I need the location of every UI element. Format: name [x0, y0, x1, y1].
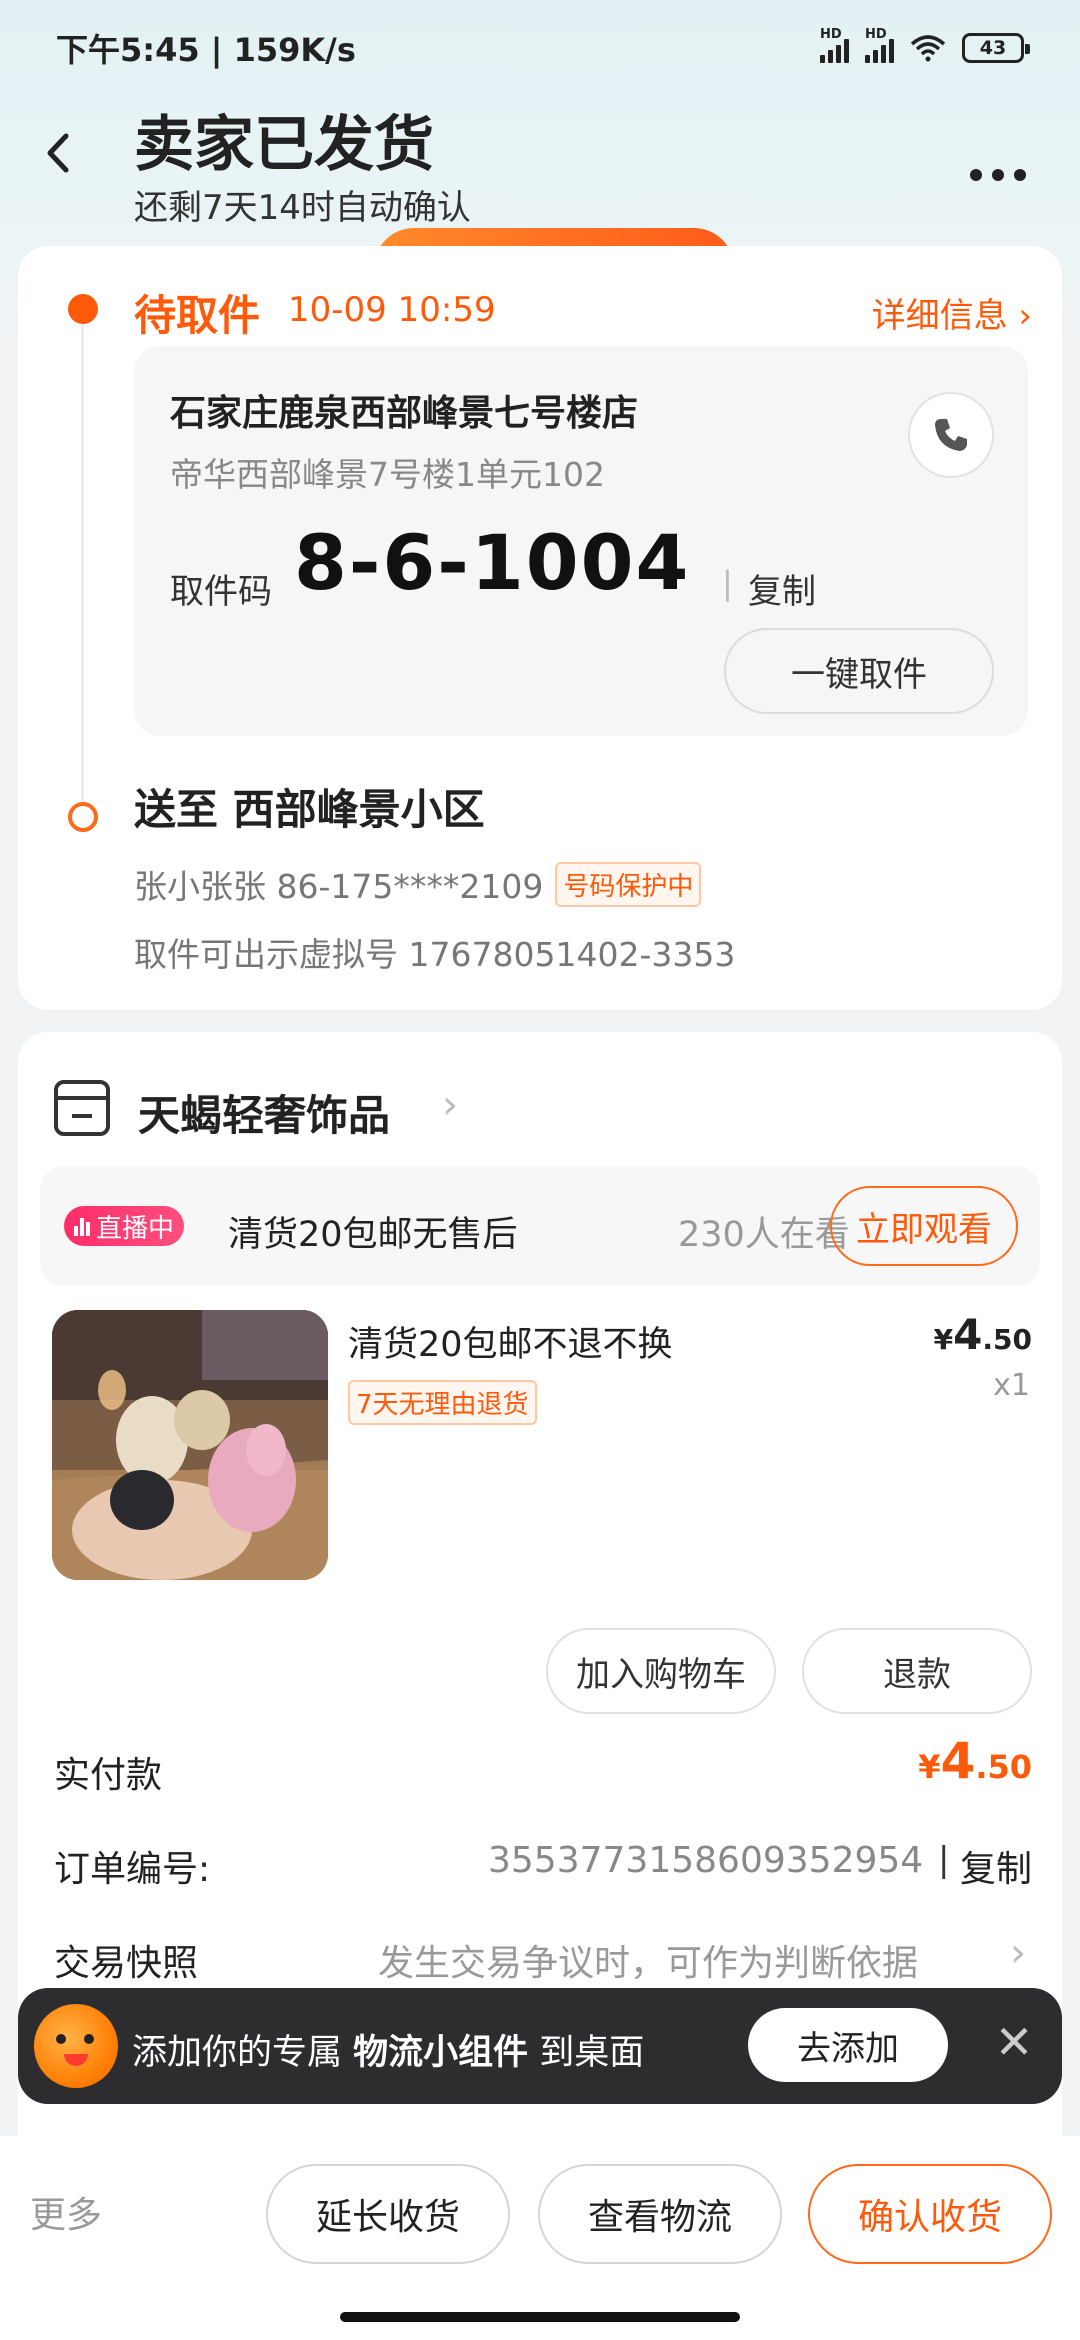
paid-amount: ¥4.50	[918, 1732, 1032, 1790]
pickup-store-box: 石家庄鹿泉西部峰景七号楼店 帝华西部峰景7号楼1单元102 取件码 8-6-10…	[134, 346, 1028, 736]
product-quantity: x1	[993, 1368, 1030, 1403]
copy-order-number-button[interactable]: 复制	[960, 1840, 1032, 1892]
divider: |	[938, 1840, 950, 1880]
more-options-button[interactable]	[968, 136, 1028, 196]
product-image[interactable]	[52, 1310, 328, 1580]
virtual-number: 取件可出示虚拟号 17678051402-3353	[134, 935, 736, 974]
pickup-time: 10-09 10:59	[288, 290, 496, 330]
auto-confirm-countdown: 还剩7天14时自动确认	[134, 188, 471, 228]
status-bar: 下午5:45 | 159K/s HD HD 43	[0, 0, 1080, 96]
recipient-info: 张小张张 86-175****2109 号码保护中	[134, 860, 702, 908]
signal-icon: HD	[820, 27, 849, 63]
call-store-button[interactable]	[908, 392, 994, 478]
pickup-status: 待取件	[134, 291, 261, 340]
number-protection-badge: 号码保护中	[555, 861, 702, 907]
status-icons: HD HD 43	[820, 27, 1030, 63]
detail-info-link[interactable]: 详细信息 ›	[872, 288, 1032, 337]
live-viewer-count: 230人在看	[678, 1215, 850, 1255]
add-widget-button[interactable]: 去添加	[748, 2008, 948, 2082]
chevron-right-icon: ›	[1010, 1930, 1026, 1976]
trade-snapshot-hint: 发生交易争议时，可作为判断依据	[378, 1943, 919, 1984]
pickup-code-label: 取件码	[170, 572, 272, 612]
more-actions-button[interactable]: 更多	[30, 2186, 102, 2238]
confirm-receipt-button[interactable]: 确认收货	[808, 2164, 1052, 2264]
bottom-action-bar: 更多 延长收货 查看物流 确认收货	[0, 2136, 1080, 2340]
order-number-label: 订单编号:	[54, 1849, 211, 1890]
signal-icon-2: HD	[865, 27, 894, 63]
view-logistics-button[interactable]: 查看物流	[538, 2164, 782, 2264]
status-time: 下午5:45 | 159K/s	[56, 31, 356, 69]
extend-receipt-button[interactable]: 延长收货	[266, 2164, 510, 2264]
timeline-dot-active	[68, 294, 98, 324]
refund-button[interactable]: 退款	[802, 1628, 1032, 1714]
timeline-line	[81, 312, 84, 812]
trade-snapshot-label[interactable]: 交易快照	[54, 1934, 198, 1986]
chevron-right-icon: ›	[442, 1082, 458, 1128]
pickup-code: 8-6-1004	[294, 518, 691, 607]
timeline-dot-destination	[68, 802, 98, 832]
shop-icon	[54, 1080, 110, 1136]
wifi-icon	[910, 35, 946, 62]
add-to-cart-button[interactable]: 加入购物车	[546, 1628, 776, 1714]
product-title[interactable]: 清货20包邮不退不换	[348, 1316, 673, 1367]
live-stream-bar[interactable]: 直播中 清货20包邮无售后 230人在看 立即观看	[40, 1166, 1040, 1286]
mascot-icon	[34, 2004, 118, 2088]
copy-code-button[interactable]: 复制	[748, 564, 816, 613]
one-click-pickup-button[interactable]: 一键取件	[724, 628, 994, 714]
shop-name[interactable]: 天蝎轻奢饰品	[138, 1082, 390, 1143]
live-badge: 直播中	[64, 1206, 185, 1246]
page-title: 卖家已发货	[134, 110, 434, 180]
home-indicator[interactable]	[340, 2312, 740, 2322]
return-policy-tag: 7天无理由退货	[348, 1380, 537, 1425]
divider: |	[722, 564, 733, 602]
watch-now-button[interactable]: 立即观看	[830, 1186, 1018, 1266]
widget-promo-banner: 添加你的专属 物流小组件 到桌面 去添加 ✕	[18, 1988, 1062, 2104]
promo-text: 添加你的专属 物流小组件 到桌面	[132, 2033, 645, 2073]
store-name: 石家庄鹿泉西部峰景七号楼店	[170, 393, 639, 434]
pickup-card: 待取件 10-09 10:59 详细信息 › 石家庄鹿泉西部峰景七号楼店 帝华西…	[18, 246, 1062, 1010]
live-title: 清货20包邮无售后	[228, 1215, 518, 1255]
order-number: 3553773158609352954	[488, 1840, 924, 1881]
phone-icon	[935, 419, 967, 451]
product-price: ¥4.50	[933, 1310, 1032, 1359]
store-address: 帝华西部峰景7号楼1单元102	[170, 455, 605, 494]
live-bars-icon	[74, 1216, 90, 1236]
battery-icon: 43	[962, 33, 1030, 63]
paid-label: 实付款	[54, 1755, 163, 1796]
chevron-left-icon	[47, 133, 69, 173]
page-header: 卖家已发货 还剩7天14时自动确认	[0, 96, 1080, 236]
close-icon[interactable]: ✕	[984, 2012, 1044, 2072]
more-dots-icon	[970, 169, 1026, 181]
delivery-destination: 送至 西部峰景小区	[134, 785, 485, 834]
recipient-name-phone: 张小张张 86-175****2109	[134, 867, 544, 906]
back-button[interactable]	[40, 128, 84, 188]
